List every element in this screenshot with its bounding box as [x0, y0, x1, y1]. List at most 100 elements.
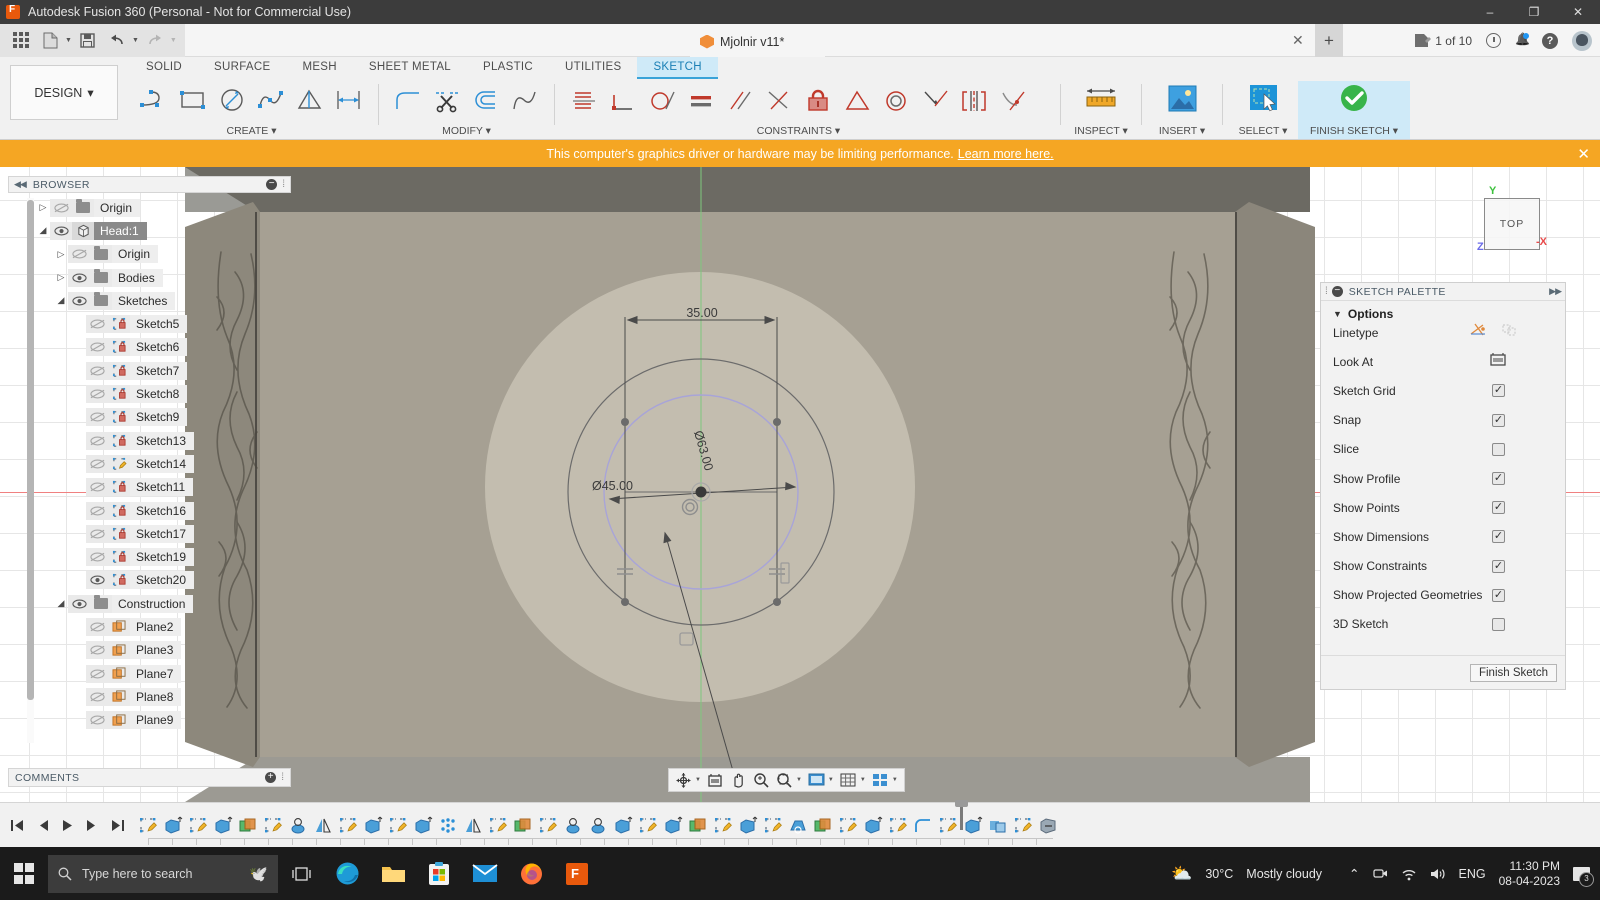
timeline-feature-mirror[interactable] — [461, 814, 485, 836]
timeline-feature-sketch[interactable] — [386, 814, 410, 836]
palette-row-sketch-grid[interactable]: Sketch Grid — [1321, 376, 1565, 405]
visibility-toggle-icon[interactable] — [86, 665, 108, 683]
browser-item-sketch11[interactable]: Sketch11 — [8, 476, 291, 499]
comments-add-icon[interactable]: + — [265, 772, 276, 783]
tab-utilities[interactable]: UTILITIES — [549, 57, 637, 79]
tangent-constraint-icon[interactable] — [644, 82, 680, 120]
orbit-icon[interactable] — [673, 770, 694, 790]
ribbon-group-create-label[interactable]: CREATE ▾ — [136, 125, 367, 139]
timeline-feature-plane[interactable] — [511, 814, 535, 836]
browser-minimize-icon[interactable]: − — [266, 179, 277, 190]
document-tab-close-icon[interactable]: ✕ — [1292, 32, 1304, 49]
visibility-toggle-icon[interactable] — [50, 222, 72, 240]
visibility-toggle-icon[interactable] — [68, 595, 90, 613]
browser-item-plane8[interactable]: Plane8 — [8, 685, 291, 708]
browser-item-sketch14[interactable]: Sketch14 — [8, 452, 291, 475]
new-file-icon[interactable] — [37, 27, 63, 53]
palette-expand-icon[interactable]: ▶▶ — [1549, 286, 1561, 297]
tab-sketch[interactable]: SKETCH — [637, 57, 717, 79]
visibility-toggle-icon[interactable] — [86, 408, 108, 426]
timeline-feature-sketch[interactable] — [886, 814, 910, 836]
banner-learn-more-link[interactable]: Learn more here. — [958, 147, 1054, 161]
edge-icon[interactable] — [324, 847, 370, 900]
spline-icon[interactable] — [253, 82, 289, 120]
zoom-window-icon[interactable] — [774, 770, 795, 790]
browser-item-sketch5[interactable]: Sketch5 — [8, 312, 291, 335]
timeline-feature-fillet[interactable] — [911, 814, 935, 836]
viewports-icon[interactable] — [870, 770, 891, 790]
taskbar-clock[interactable]: 11:30 PM 08-04-2023 — [1499, 859, 1560, 889]
tray-overflow-chevron-icon[interactable]: ⌃ — [1349, 866, 1359, 881]
timeline-feature-combine[interactable] — [986, 814, 1010, 836]
timeline-feature-sketch[interactable] — [186, 814, 210, 836]
timeline-feature-extrude[interactable] — [361, 814, 385, 836]
checkbox[interactable] — [1492, 384, 1505, 397]
timeline-marker-handle[interactable] — [955, 800, 968, 807]
timeline-feature-loft[interactable] — [786, 814, 810, 836]
palette-row-show-constraints[interactable]: Show Constraints — [1321, 552, 1565, 581]
app-grid-icon[interactable] — [8, 27, 34, 53]
view-cube[interactable]: TOP — [1484, 198, 1540, 250]
tab-plastic[interactable]: PLASTIC — [467, 57, 549, 79]
task-view-icon[interactable] — [278, 847, 324, 900]
visibility-toggle-icon[interactable] — [86, 478, 108, 496]
save-icon[interactable] — [75, 27, 101, 53]
symmetry-constraint-icon[interactable] — [956, 82, 992, 120]
taskbar-search-box[interactable]: Type here to search 🕊️ — [48, 855, 278, 893]
timeline-feature-plane[interactable] — [236, 814, 260, 836]
browser-item-sketch9[interactable]: Sketch9 — [8, 406, 291, 429]
history-clock-icon[interactable] — [1486, 33, 1501, 48]
linetype-icons[interactable] — [1469, 322, 1525, 343]
visibility-toggle-icon[interactable] — [86, 432, 108, 450]
zoom-caret-icon[interactable]: ▼ — [796, 777, 802, 783]
tab-solid[interactable]: SOLID — [130, 57, 198, 79]
visibility-toggle-icon[interactable] — [86, 688, 108, 706]
browser-item-plane2[interactable]: Plane2 — [8, 615, 291, 638]
sketch-dimension-icon[interactable] — [331, 82, 367, 120]
skip-start-icon[interactable] — [6, 814, 28, 836]
palette-grip-icon[interactable]: ⁞ — [1325, 286, 1328, 297]
checkbox[interactable] — [1492, 618, 1505, 631]
grid-snaps-icon[interactable] — [838, 770, 859, 790]
browser-item-sketch20[interactable]: Sketch20 — [8, 569, 291, 592]
visibility-toggle-icon[interactable] — [68, 292, 90, 310]
user-avatar[interactable] — [1572, 31, 1592, 51]
timeline-feature-extrude[interactable] — [961, 814, 985, 836]
expand-arrow-icon[interactable]: ◢ — [54, 598, 68, 609]
banner-close-icon[interactable]: ✕ — [1577, 145, 1590, 163]
browser-item-sketch17[interactable]: Sketch17 — [8, 522, 291, 545]
polygon-icon[interactable] — [292, 82, 328, 120]
skip-end-icon[interactable] — [106, 814, 128, 836]
tray-language[interactable]: ENG — [1459, 867, 1486, 881]
checkbox[interactable] — [1492, 414, 1505, 427]
break-curve-icon[interactable] — [507, 82, 543, 120]
visibility-toggle-icon[interactable] — [86, 571, 108, 589]
tab-mesh[interactable]: MESH — [286, 57, 352, 79]
browser-item-construction[interactable]: ◢Construction — [8, 592, 291, 615]
activate-component-radio[interactable] — [151, 224, 164, 237]
palette-row-look-at[interactable]: Look At — [1321, 347, 1565, 376]
insert-button[interactable]: INSERT ▾ — [1147, 81, 1217, 139]
checkbox[interactable] — [1492, 472, 1505, 485]
concentric-constraint-icon[interactable] — [878, 82, 914, 120]
browser-tree[interactable]: ▷Origin◢Head:1▷Origin▷Bodies◢SketchesSke… — [8, 196, 291, 761]
visibility-toggle-icon[interactable] — [86, 618, 108, 636]
expand-arrow-icon[interactable]: ▷ — [54, 272, 68, 283]
new-tab-button[interactable]: + — [1315, 24, 1343, 57]
fix-lock-icon[interactable] — [800, 82, 836, 120]
visibility-toggle-icon[interactable] — [68, 245, 90, 263]
start-button[interactable] — [0, 847, 48, 900]
midpoint-constraint-icon[interactable] — [839, 82, 875, 120]
viewports-caret-icon[interactable]: ▼ — [892, 777, 898, 783]
timeline-feature-emboss[interactable] — [1036, 814, 1060, 836]
timeline-feature-extrude[interactable] — [211, 814, 235, 836]
timeline-feature-revolve[interactable] — [586, 814, 610, 836]
timeline-feature-extrude[interactable] — [611, 814, 635, 836]
hammer-head-model[interactable] — [185, 167, 1310, 802]
palette-row-slice[interactable]: Slice — [1321, 435, 1565, 464]
step-forward-icon[interactable] — [81, 814, 103, 836]
look-at-icon[interactable] — [1489, 351, 1507, 372]
visibility-toggle-icon[interactable] — [68, 269, 90, 287]
timeline-feature-sketch[interactable] — [836, 814, 860, 836]
look-at-icon[interactable] — [705, 770, 726, 790]
